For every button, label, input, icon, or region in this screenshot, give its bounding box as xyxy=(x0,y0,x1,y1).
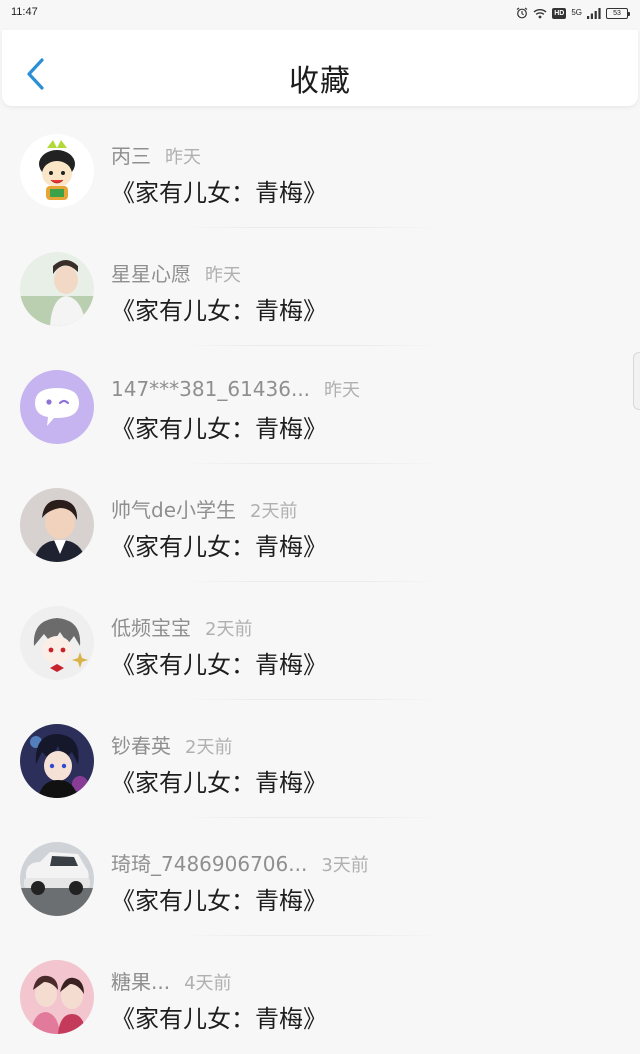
timestamp: 昨天 xyxy=(205,265,241,286)
list-item[interactable]: 低频宝宝 2天前 《家有儿女：青梅》 xyxy=(0,582,640,700)
user-name[interactable]: 低频宝宝 xyxy=(111,616,191,640)
signal-icon xyxy=(587,7,601,19)
timestamp: 4天前 xyxy=(184,973,232,994)
side-drawer-handle[interactable] xyxy=(633,352,640,410)
item-meta: 丙三 昨天 xyxy=(111,140,201,169)
battery-icon: 53 xyxy=(606,7,630,19)
favorite-title[interactable]: 《家有儿女：青梅》 xyxy=(111,291,327,326)
hd-badge: HD xyxy=(552,7,567,19)
list-item[interactable]: 钞春英 2天前 《家有儿女：青梅》 xyxy=(0,700,640,818)
avatar xyxy=(20,488,94,562)
timestamp: 2天前 xyxy=(205,619,253,640)
timestamp: 昨天 xyxy=(324,380,361,401)
item-meta: 糖果... 4天前 xyxy=(111,966,232,995)
item-meta: 钞春英 2天前 xyxy=(111,730,232,759)
favorites-screen: { "status_bar": { "time": "11:47", "hd_l… xyxy=(0,0,640,1034)
timestamp: 3天前 xyxy=(321,855,369,876)
user-name[interactable]: 147***381_61436... xyxy=(111,377,310,401)
avatar xyxy=(20,606,94,680)
list-item[interactable]: 琦琦_7486906706... 3天前 《家有儿女：青梅》 xyxy=(0,818,640,936)
avatar xyxy=(20,134,94,208)
status-time: 11:47 xyxy=(11,6,38,18)
avatar xyxy=(20,842,94,916)
user-name[interactable]: 糖果... xyxy=(111,970,170,994)
list-item[interactable]: 星星心愿 昨天 《家有儿女：青梅》 xyxy=(0,228,640,346)
header-bar: 收藏 xyxy=(2,30,638,106)
timestamp: 2天前 xyxy=(185,737,233,758)
favorites-list: 丙三 昨天 《家有儿女：青梅》 星星心愿 昨天 《家有儿女：青梅》 147***… xyxy=(0,110,640,1054)
avatar xyxy=(20,370,94,444)
status-icons: HD 5G 53 xyxy=(516,5,630,21)
user-name[interactable]: 星星心愿 xyxy=(111,262,191,286)
user-name[interactable]: 帅气de小学生 xyxy=(111,498,236,522)
favorite-title[interactable]: 《家有儿女：青梅》 xyxy=(111,409,327,444)
user-name[interactable]: 丙三 xyxy=(111,144,151,168)
item-meta: 琦琦_7486906706... 3天前 xyxy=(111,848,369,877)
list-item[interactable]: 丙三 昨天 《家有儿女：青梅》 xyxy=(0,110,640,228)
avatar xyxy=(20,960,94,1034)
page-title: 收藏 xyxy=(289,64,351,99)
list-item[interactable]: 帅气de小学生 2天前 《家有儿女：青梅》 xyxy=(0,464,640,582)
list-item[interactable]: 147***381_61436... 昨天 《家有儿女：青梅》 xyxy=(0,346,640,464)
avatar xyxy=(20,724,94,798)
list-item[interactable]: 糖果... 4天前 《家有儿女：青梅》 xyxy=(0,936,640,1054)
favorite-title[interactable]: 《家有儿女：青梅》 xyxy=(111,763,327,798)
timestamp: 昨天 xyxy=(165,147,201,168)
item-meta: 星星心愿 昨天 xyxy=(111,258,241,287)
item-meta: 帅气de小学生 2天前 xyxy=(111,494,297,523)
favorite-title[interactable]: 《家有儿女：青梅》 xyxy=(111,645,327,680)
network-type: 5G xyxy=(571,8,582,17)
timestamp: 2天前 xyxy=(250,501,298,522)
item-meta: 低频宝宝 2天前 xyxy=(111,612,252,641)
favorite-title[interactable]: 《家有儿女：青梅》 xyxy=(111,173,327,208)
avatar xyxy=(20,252,94,326)
user-name[interactable]: 钞春英 xyxy=(111,734,171,758)
favorite-title[interactable]: 《家有儿女：青梅》 xyxy=(111,999,327,1034)
favorite-title[interactable]: 《家有儿女：青梅》 xyxy=(111,881,327,916)
wifi-icon xyxy=(533,8,547,19)
user-name[interactable]: 琦琦_7486906706... xyxy=(111,852,307,876)
alarm-icon xyxy=(516,7,528,19)
favorite-title[interactable]: 《家有儿女：青梅》 xyxy=(111,527,327,562)
item-meta: 147***381_61436... 昨天 xyxy=(111,376,360,402)
status-bar: 11:47 HD 5G 53 xyxy=(0,0,640,28)
